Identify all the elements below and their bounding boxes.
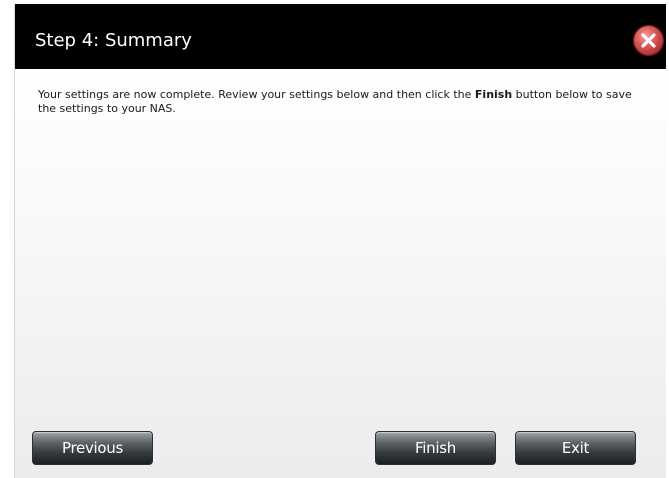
summary-message: Your settings are now complete. Review y… (38, 88, 648, 116)
close-icon (641, 33, 656, 48)
exit-button[interactable]: Exit (515, 431, 636, 465)
setup-wizard-dialog: Step 4: Summary Your settings are now co… (14, 4, 666, 478)
message-finish-keyword: Finish (474, 88, 513, 101)
dialog-content: Your settings are now complete. Review y… (15, 69, 666, 478)
close-button[interactable] (634, 26, 663, 55)
message-text-before: Your settings are now complete. Review y… (38, 88, 475, 101)
dialog-title: Step 4: Summary (35, 30, 192, 51)
dialog-titlebar: Step 4: Summary (15, 4, 666, 69)
previous-button[interactable]: Previous (32, 431, 153, 465)
finish-button[interactable]: Finish (375, 431, 496, 465)
